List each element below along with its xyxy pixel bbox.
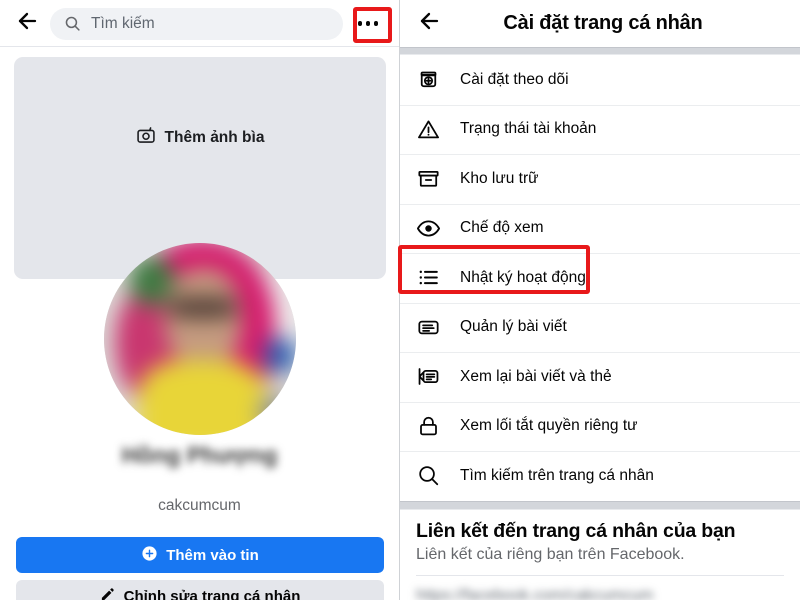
avatar[interactable]: [104, 243, 296, 435]
arrow-left-icon: [15, 9, 39, 38]
back-button-left[interactable]: [10, 7, 44, 41]
search-icon: [416, 463, 446, 488]
arrow-left-icon: [417, 9, 441, 38]
menu-item-label: Chế độ xem: [460, 219, 544, 237]
profile-settings-panel: Cài đặt trang cá nhân Cài đặt theo dõi T…: [400, 0, 800, 600]
edit-profile-button[interactable]: Chỉnh sửa trang cá nhân: [16, 580, 384, 600]
profile-body: Thêm ảnh bìa Hồng Phượng cakcumcum Thêm …: [0, 47, 399, 600]
app-screen: Tìm kiếm Thêm ảnh bìa Hồng Phượng cakcum…: [0, 0, 800, 600]
more-options-button[interactable]: [349, 6, 387, 41]
review-posts-icon: [416, 364, 446, 389]
add-cover-photo-label: Thêm ảnh bìa: [14, 125, 386, 150]
menu-item-label: Xem lại bài viết và thẻ: [460, 367, 612, 385]
post-manage-icon: [416, 315, 446, 340]
menu-item-privacy-shortcuts[interactable]: Xem lối tắt quyền riêng tư: [400, 401, 800, 451]
search-input[interactable]: Tìm kiếm: [50, 7, 343, 40]
add-to-story-label: Thêm vào tin: [166, 546, 259, 564]
menu-item-label: Cài đặt theo dõi: [460, 70, 569, 88]
menu-item-label: Kho lưu trữ: [460, 169, 539, 187]
profile-link-url[interactable]: https://facebook.com/cakcumcum: [416, 587, 784, 600]
menu-item-manage-posts[interactable]: Quản lý bài viết: [400, 302, 800, 352]
list-icon: [416, 265, 446, 290]
section-separator-top: [400, 47, 800, 55]
more-horizontal-icon: [357, 21, 379, 26]
camera-icon: [136, 125, 156, 150]
search-placeholder: Tìm kiếm: [91, 14, 155, 32]
menu-item-archive[interactable]: Kho lưu trữ: [400, 154, 800, 204]
section-separator-bottom: [400, 500, 800, 510]
menu-item-activity-log[interactable]: Nhật ký hoạt động: [400, 253, 800, 303]
archive-box-icon: [416, 166, 446, 191]
menu-item-label: Nhật ký hoạt động: [460, 268, 586, 286]
search-icon: [64, 15, 81, 32]
profile-link-title: Liên kết đến trang cá nhân của bạn: [416, 519, 736, 542]
settings-header: Cài đặt trang cá nhân: [400, 0, 800, 47]
follow-settings-icon: [416, 67, 446, 92]
eye-icon: [416, 216, 446, 241]
profile-link-section: Liên kết đến trang cá nhân của bạn Liên …: [400, 509, 800, 600]
plus-circle-icon: [141, 545, 158, 566]
menu-item-label: Quản lý bài viết: [460, 318, 567, 336]
warning-triangle-icon: [416, 117, 446, 142]
pencil-icon: [100, 587, 115, 600]
menu-item-label: Tìm kiếm trên trang cá nhân: [460, 466, 654, 484]
menu-item-label: Xem lối tắt quyền riêng tư: [460, 417, 638, 435]
lock-icon: [416, 414, 446, 439]
profile-link-subtitle: Liên kết của riêng bạn trên Facebook.: [416, 545, 685, 563]
menu-item-view-as[interactable]: Chế độ xem: [400, 203, 800, 253]
menu-item-search-profile[interactable]: Tìm kiếm trên trang cá nhân: [400, 451, 800, 501]
profile-link-divider: [416, 574, 784, 576]
edit-profile-label: Chỉnh sửa trang cá nhân: [123, 588, 301, 600]
menu-item-follow-settings[interactable]: Cài đặt theo dõi: [400, 55, 800, 105]
page-title: Cài đặt trang cá nhân: [503, 12, 703, 34]
back-button-right[interactable]: [412, 7, 446, 41]
add-to-story-button[interactable]: Thêm vào tin: [16, 537, 384, 573]
menu-item-account-status[interactable]: Trạng thái tài khoản: [400, 104, 800, 154]
cover-label-text: Thêm ảnh bìa: [164, 128, 265, 146]
profile-handle: cakcumcum: [158, 497, 241, 514]
left-header: Tìm kiếm: [0, 0, 399, 47]
profile-panel: Tìm kiếm Thêm ảnh bìa Hồng Phượng cakcum…: [0, 0, 400, 600]
profile-name: Hồng Phượng: [121, 442, 278, 468]
settings-menu: Cài đặt theo dõi Trạng thái tài khoản Kh…: [400, 55, 800, 501]
avatar-image: [104, 243, 296, 435]
menu-item-label: Trạng thái tài khoản: [460, 120, 597, 138]
menu-item-review-posts-tags[interactable]: Xem lại bài viết và thẻ: [400, 352, 800, 402]
